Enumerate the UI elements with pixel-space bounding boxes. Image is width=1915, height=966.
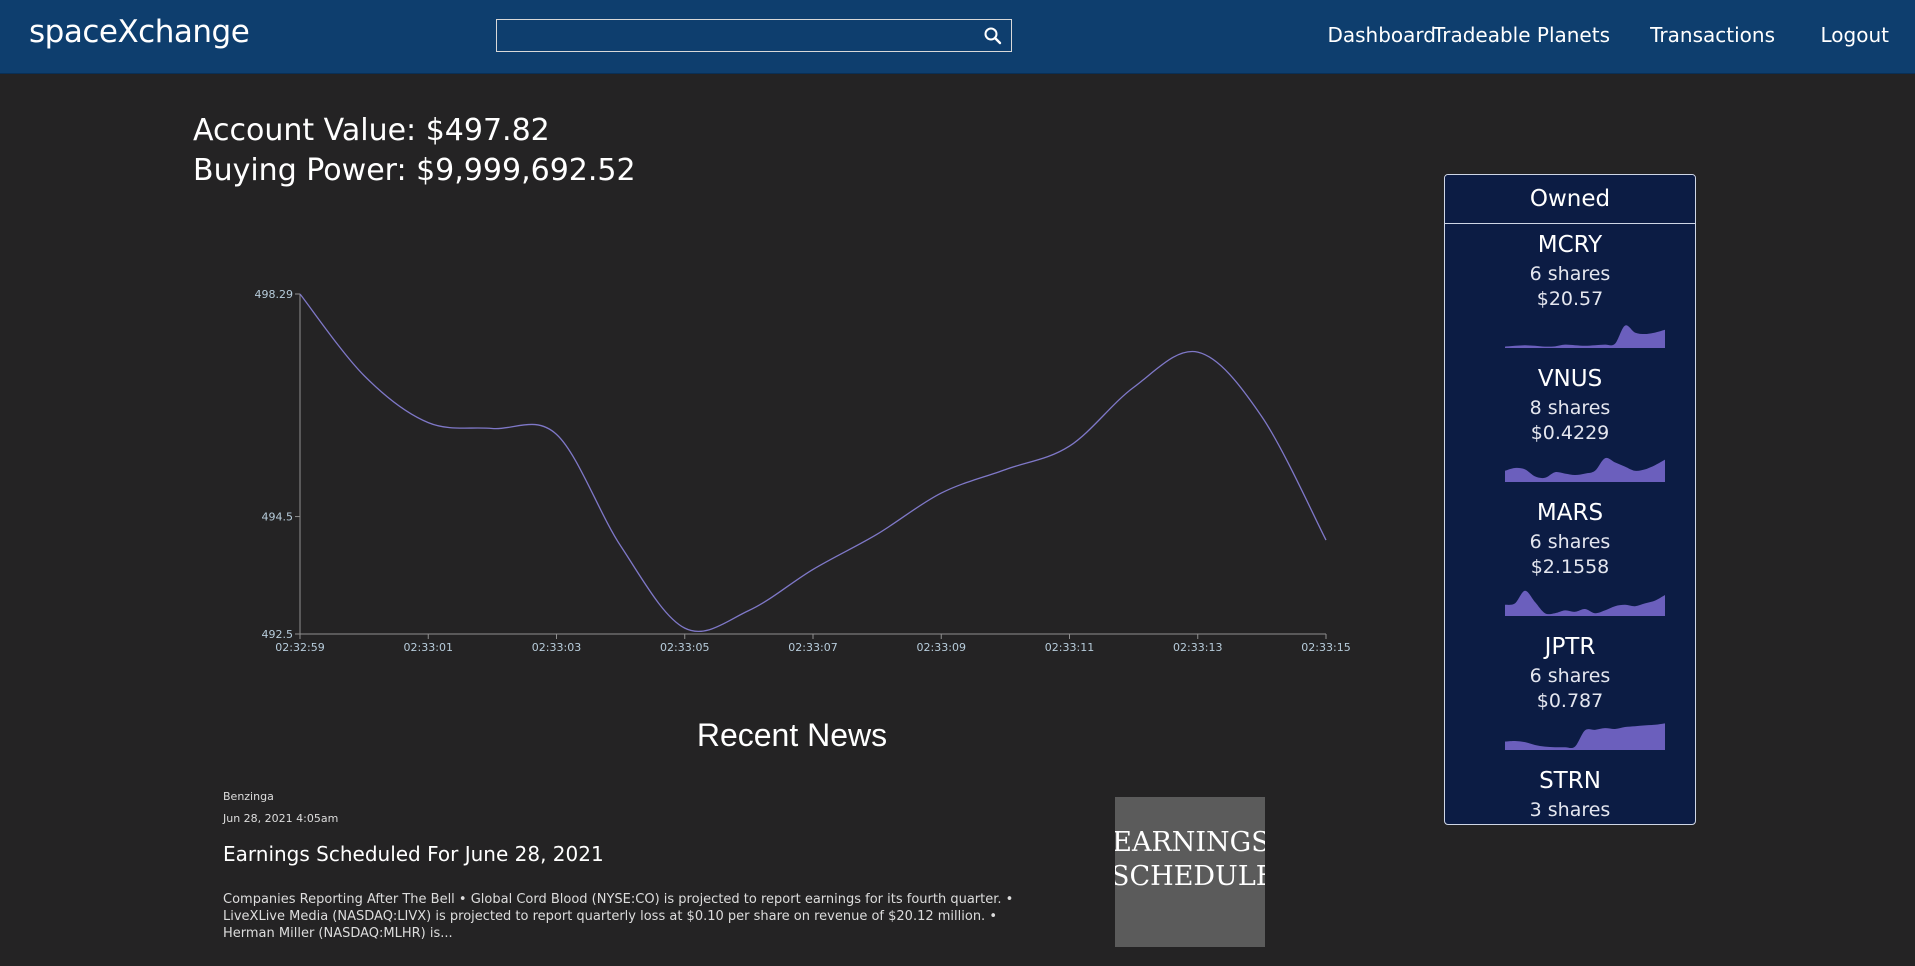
x-tick-label: 02:32:59 <box>275 641 324 654</box>
holding-shares: 6 shares <box>1529 665 1611 687</box>
news-thumbnail[interactable]: EARNINGS SCHEDULED <box>1115 797 1265 947</box>
nav-logout[interactable]: Logout <box>1821 23 1889 47</box>
holding-price: $0.4229 <box>1530 422 1610 444</box>
x-tick-label: 02:33:05 <box>660 641 709 654</box>
holding-sparkline <box>1505 723 1665 750</box>
holding-item[interactable]: STRN 3 shares <box>1445 760 1695 824</box>
news-title-link[interactable]: Earnings Scheduled For June 28, 2021 <box>223 842 604 866</box>
holding-sparkline <box>1505 457 1665 482</box>
x-tick-label: 02:33:01 <box>404 641 453 654</box>
news-source: Benzinga <box>223 790 274 803</box>
holding-sparkline <box>1505 325 1665 348</box>
search-icon[interactable] <box>983 26 1003 46</box>
portfolio-value-chart: 498.29 494.5 492.502:32:59 02:33:01 02:33:03… <box>255 288 1351 654</box>
holding-symbol: MCRY <box>1537 232 1603 258</box>
x-tick-label: 02:33:11 <box>1045 641 1094 654</box>
owned-panel[interactable]: Owned MCRY 6 shares $20.57 VNUS 8 shares… <box>1444 174 1696 825</box>
news-thumb-line: SCHEDULED <box>1115 861 1265 892</box>
holding-sparkline <box>1505 590 1665 616</box>
search-input[interactable] <box>497 20 983 51</box>
holding-shares: 8 shares <box>1529 397 1611 419</box>
holding-price: $2.1558 <box>1530 556 1610 578</box>
portfolio-value-line <box>299 293 1327 633</box>
x-tick-label: 02:33:03 <box>532 641 581 654</box>
nav-transactions[interactable]: Transactions <box>1650 23 1775 47</box>
x-tick-label: 02:33:13 <box>1173 641 1222 654</box>
sparkline-area <box>1505 723 1665 750</box>
owned-panel-title: Owned <box>1445 175 1695 224</box>
holding-shares: 6 shares <box>1529 263 1611 285</box>
y-tick-label: 492.5 <box>262 628 294 641</box>
brand-logo[interactable]: spaceXchange <box>29 14 250 50</box>
y-tick-label: 494.5 <box>262 511 294 524</box>
sparkline-area <box>1505 590 1665 616</box>
top-navbar: spaceXchange Dashboard Tradeable Planets… <box>0 0 1915 74</box>
owned-list: MCRY 6 shares $20.57 VNUS 8 shares $0.42… <box>1445 224 1695 824</box>
nav-tradeable-planets[interactable]: Tradeable Planets <box>1433 23 1610 47</box>
account-value: Account Value: $497.82 <box>193 113 550 148</box>
holding-symbol: VNUS <box>1537 366 1603 392</box>
news-thumb-line: EARNINGS <box>1115 827 1265 858</box>
holding-symbol: JPTR <box>1544 634 1596 660</box>
news-summary: Companies Reporting After The Bell • Glo… <box>223 892 1014 941</box>
holding-item[interactable]: JPTR 6 shares $0.787 <box>1445 626 1695 760</box>
x-tick-label: 02:33:09 <box>917 641 966 654</box>
news-date: Jun 28, 2021 4:05am <box>223 812 339 825</box>
holding-item[interactable]: MCRY 6 shares $20.57 <box>1445 224 1695 358</box>
recent-news-heading: Recent News <box>696 717 888 753</box>
y-tick-label: 498.29 <box>255 288 294 301</box>
x-tick-label: 02:33:15 <box>1301 641 1350 654</box>
holding-price: $20.57 <box>1536 288 1604 310</box>
x-tick-label: 02:33:07 <box>788 641 837 654</box>
holding-shares: 6 shares <box>1529 531 1611 553</box>
sparkline-area <box>1505 457 1665 482</box>
nav-dashboard[interactable]: Dashboard <box>1327 23 1436 47</box>
holding-symbol: STRN <box>1539 768 1601 794</box>
holding-shares: 3 shares <box>1529 799 1611 821</box>
search-bar <box>496 19 1012 52</box>
holding-item[interactable]: MARS 6 shares $2.1558 <box>1445 492 1695 626</box>
holding-item[interactable]: VNUS 8 shares $0.4229 <box>1445 358 1695 492</box>
sparkline-area <box>1505 325 1665 348</box>
buying-power: Buying Power: $9,999,692.52 <box>193 153 636 188</box>
holding-price: $0.787 <box>1536 690 1604 712</box>
holding-symbol: MARS <box>1536 500 1604 526</box>
